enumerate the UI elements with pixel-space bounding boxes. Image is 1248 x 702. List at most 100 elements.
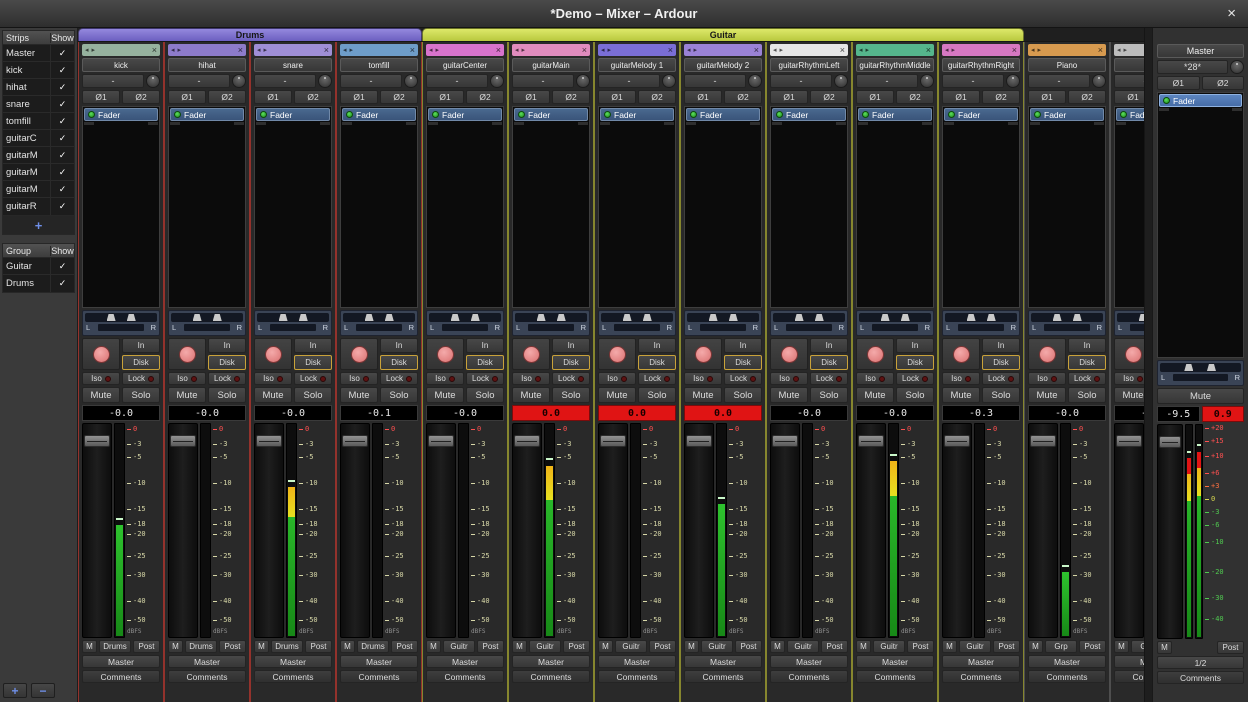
gain-display[interactable]: -0.0 — [770, 405, 848, 421]
record-enable-button[interactable] — [426, 338, 464, 370]
solo-button[interactable]: Solo — [294, 387, 332, 403]
post-button[interactable]: Post — [391, 640, 418, 653]
window-close-icon[interactable]: × — [1227, 5, 1236, 22]
comments-button[interactable]: Comments — [1028, 670, 1106, 683]
check-icon[interactable]: ✓ — [50, 258, 74, 274]
pan-widget[interactable]: L R — [1114, 310, 1144, 336]
pan-handle-right[interactable] — [385, 314, 394, 321]
trim-knob[interactable] — [404, 74, 418, 88]
mute-button[interactable]: Mute — [770, 387, 808, 403]
fader-handle[interactable] — [944, 435, 970, 447]
check-icon[interactable]: ✓ — [50, 275, 74, 292]
close-strip-icon[interactable]: × — [840, 46, 845, 55]
record-enable-button[interactable] — [168, 338, 206, 370]
pan-track[interactable] — [773, 313, 845, 322]
gain-display[interactable]: -0.0 — [254, 405, 332, 421]
group-button[interactable]: Drums — [185, 640, 217, 653]
input-button[interactable]: - — [254, 74, 316, 88]
phase-2-button[interactable]: Ø2 — [208, 90, 246, 104]
trim-knob[interactable] — [834, 74, 848, 88]
pan-widget[interactable]: L R — [598, 310, 676, 336]
monitor-disk-button[interactable]: Disk — [122, 355, 160, 370]
pan-handle-left[interactable] — [193, 314, 202, 321]
mute-button[interactable]: Mute — [82, 387, 120, 403]
check-icon[interactable]: ✓ — [50, 147, 74, 163]
remove-group-button[interactable]: − — [31, 683, 55, 698]
post-button[interactable]: Post — [305, 640, 332, 653]
output-button[interactable]: Master — [770, 655, 848, 668]
gain-display[interactable]: 0.0 — [684, 405, 762, 421]
pan-handle-right[interactable] — [299, 314, 308, 321]
fader-slider[interactable] — [168, 423, 198, 638]
strip-color-bar[interactable]: ◂ ▸ × — [340, 44, 418, 56]
trim-knob[interactable] — [1006, 74, 1020, 88]
monitor-input-button[interactable]: In — [208, 338, 246, 353]
fader-processor[interactable]: Fader — [944, 108, 1018, 121]
processor-box[interactable]: Fader — [684, 106, 762, 308]
fader-handle[interactable] — [514, 435, 540, 447]
processor-active-led[interactable] — [776, 111, 783, 118]
fader-processor[interactable]: Fader — [428, 108, 502, 121]
monitor-input-icon[interactable]: ◂ — [601, 47, 605, 54]
strip-list-row[interactable]: kick ✓ — [3, 62, 74, 79]
strip-list-row[interactable]: tomfill ✓ — [3, 113, 74, 130]
strip-name-button[interactable]: guitarRhythmRight — [942, 58, 1020, 72]
pan-handle-right[interactable] — [471, 314, 480, 321]
output-button[interactable]: Master — [426, 655, 504, 668]
check-icon[interactable]: ✓ — [50, 79, 74, 95]
strip-name-button[interactable]: kick — [82, 58, 160, 72]
phase-2-button[interactable]: Ø2 — [380, 90, 418, 104]
processor-active-led[interactable] — [518, 111, 525, 118]
trim-knob[interactable] — [1230, 60, 1244, 74]
fader-processor[interactable]: Fader — [84, 108, 158, 121]
processor-active-led[interactable] — [1163, 97, 1170, 104]
phase-1-button[interactable]: Ø1 — [82, 90, 120, 104]
processor-box[interactable]: Fader — [598, 106, 676, 308]
phase-1-button[interactable]: Ø1 — [1028, 90, 1066, 104]
trim-knob[interactable] — [920, 74, 934, 88]
processor-box[interactable]: Fader — [82, 106, 160, 308]
monitor-input-button[interactable]: In — [724, 338, 762, 353]
monitor-disk-icon[interactable]: ▸ — [1124, 47, 1128, 54]
pan-track[interactable] — [601, 313, 673, 322]
post-button[interactable]: Post — [821, 640, 848, 653]
fader-handle[interactable] — [858, 435, 884, 447]
strip-list-row[interactable]: guitarR ✓ — [3, 198, 74, 215]
group-button[interactable]: Guitr — [787, 640, 819, 653]
strip-color-bar[interactable]: ◂ ▸ × — [82, 44, 160, 56]
record-enable-button[interactable] — [254, 338, 292, 370]
output-button[interactable]: Master — [684, 655, 762, 668]
metering-point-button[interactable]: M — [512, 640, 527, 653]
input-button[interactable]: - — [684, 74, 746, 88]
pan-widget[interactable]: L R — [1157, 360, 1244, 386]
solo-button[interactable]: Solo — [122, 387, 160, 403]
processor-box[interactable]: Fader — [770, 106, 848, 308]
monitor-input-icon[interactable]: ◂ — [343, 47, 347, 54]
trim-knob[interactable] — [490, 74, 504, 88]
monitor-input-icon[interactable]: ◂ — [859, 47, 863, 54]
master-gain-display[interactable]: -9.5 — [1157, 406, 1200, 422]
group-button[interactable]: Guitr — [529, 640, 561, 653]
phase-2-button[interactable]: Ø2 — [1202, 76, 1245, 90]
pan-track[interactable] — [343, 313, 415, 322]
gain-display[interactable]: -0.0 — [426, 405, 504, 421]
monitor-input-button[interactable]: In — [466, 338, 504, 353]
pan-track[interactable] — [171, 313, 243, 322]
processor-box[interactable]: Fader — [1028, 106, 1106, 308]
processor-box[interactable]: Fader — [856, 106, 934, 308]
solo-isolate-button[interactable]: Iso — [168, 372, 206, 385]
solo-lock-button[interactable]: Lock — [466, 372, 504, 385]
monitor-disk-button[interactable]: Disk — [982, 355, 1020, 370]
trim-knob[interactable] — [318, 74, 332, 88]
processor-active-led[interactable] — [1034, 111, 1041, 118]
solo-button[interactable]: Solo — [896, 387, 934, 403]
phase-2-button[interactable]: Ø2 — [896, 90, 934, 104]
phase-1-button[interactable]: Ø1 — [598, 90, 636, 104]
strip-color-bar[interactable]: ◂ ▸ × — [684, 44, 762, 56]
monitor-input-button[interactable]: In — [982, 338, 1020, 353]
record-enable-button[interactable] — [82, 338, 120, 370]
processor-box[interactable]: Fader — [942, 106, 1020, 308]
monitor-input-icon[interactable]: ◂ — [1031, 47, 1035, 54]
processor-box[interactable]: Fader — [1157, 92, 1244, 358]
monitor-input-button[interactable]: In — [380, 338, 418, 353]
